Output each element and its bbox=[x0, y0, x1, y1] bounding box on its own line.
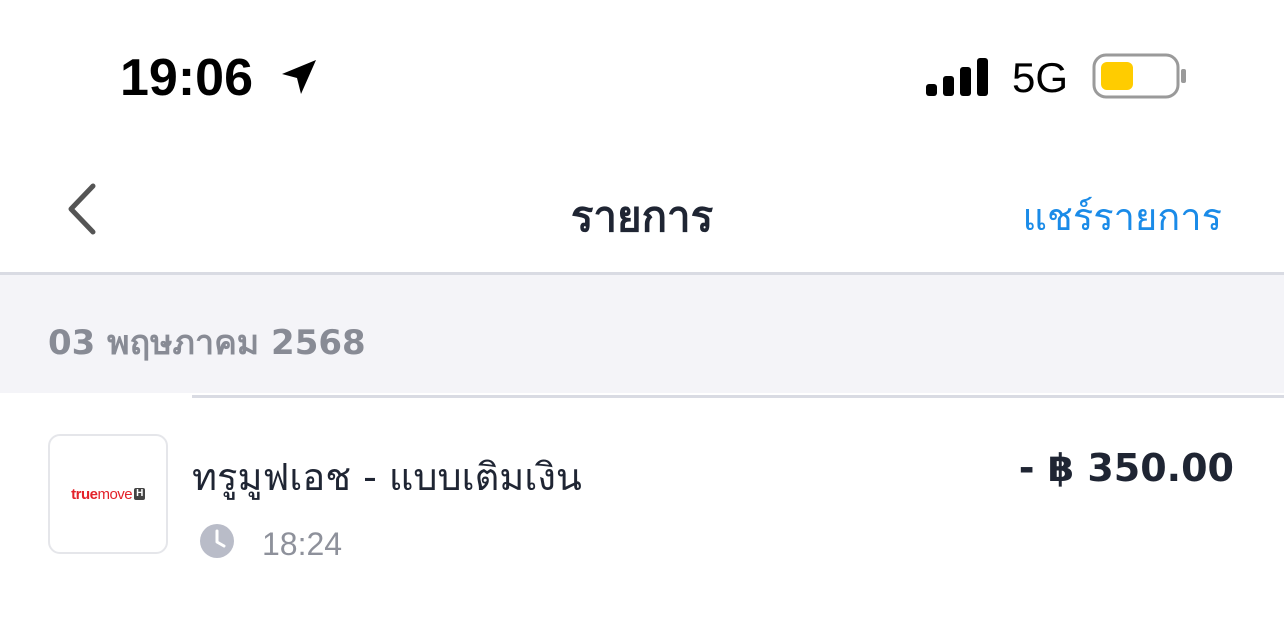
navigation-bar: รายการ แชร์รายการ bbox=[0, 150, 1284, 272]
truemove-h-logo: true move H bbox=[71, 485, 145, 503]
transaction-list-screen: 19:06 5G รายการ แชร์รายการ 03 พฤษภาคม 25… bbox=[0, 0, 1284, 628]
clock-icon bbox=[200, 524, 234, 558]
transaction-time: 18:24 bbox=[262, 526, 343, 562]
transaction-row[interactable]: true move H ทรูมูฟเอช - แบบเติมเงิน - ฿ 35… bbox=[0, 398, 1284, 628]
section-date: 03 พฤษภาคม 2568 bbox=[48, 323, 366, 363]
merchant-logo: true move H bbox=[48, 434, 168, 554]
transaction-title: ทรูมูฟเอช - แบบเติมเงิน bbox=[192, 455, 582, 499]
date-section-header: 03 พฤษภาคม 2568 bbox=[0, 275, 1284, 393]
battery-icon bbox=[1092, 53, 1186, 99]
share-transactions-button[interactable]: แชร์รายการ bbox=[1023, 186, 1222, 247]
status-time: 19:06 bbox=[120, 49, 253, 107]
transaction-amount: - ฿ 350.00 bbox=[1018, 446, 1234, 490]
status-bar: 19:06 5G bbox=[0, 0, 1284, 150]
network-type: 5G bbox=[1012, 54, 1069, 101]
signal-bars-icon bbox=[926, 58, 988, 96]
location-arrow-icon bbox=[282, 60, 316, 94]
